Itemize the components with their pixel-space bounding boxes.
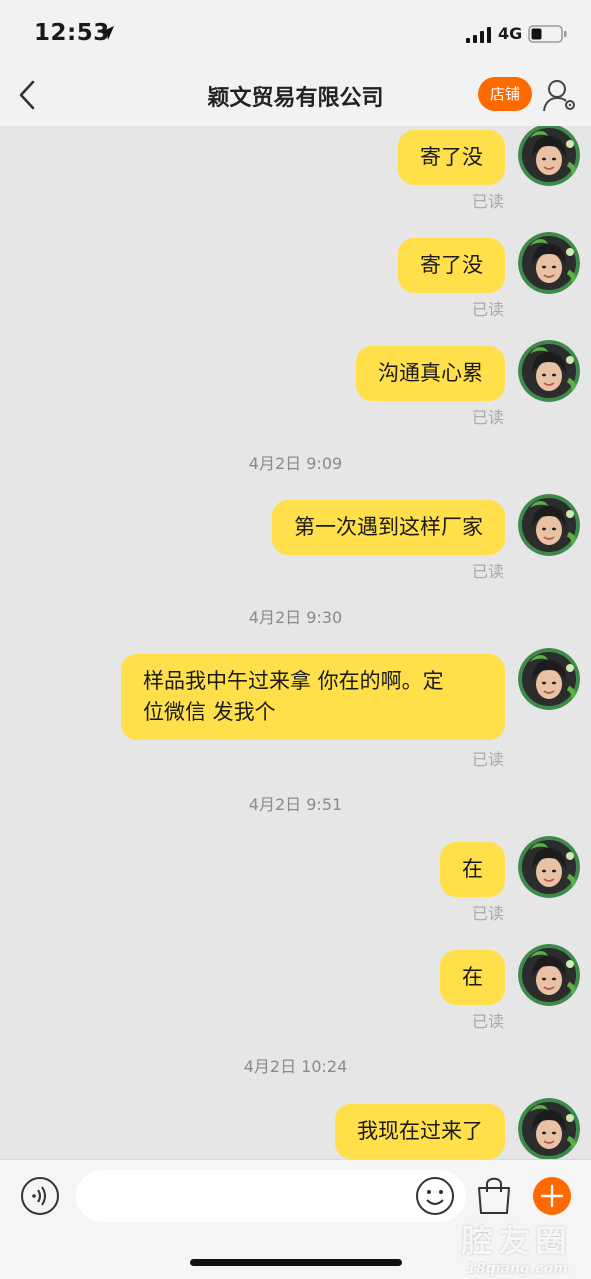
message-bubble[interactable]: 寄了没 (398, 238, 505, 293)
shop-button[interactable]: 店铺 (478, 77, 532, 111)
read-status: 已读 (471, 562, 504, 581)
read-status: 已读 (471, 300, 504, 319)
home-indicator (190, 1259, 402, 1266)
battery-icon (528, 25, 567, 43)
location-arrow-icon (100, 26, 114, 40)
message-bubble[interactable]: 样品我中午过来拿 你在的啊。定 位微信 发我个 (121, 654, 505, 740)
message-bubble[interactable]: 在 (440, 950, 505, 1005)
chat-area[interactable]: 寄了没 已读 寄了没 已读 沟通真心累 已读 4月2日 9:09 第一次遇到这样… (0, 126, 591, 1159)
read-status: 已读 (471, 750, 504, 769)
avatar[interactable] (518, 944, 580, 1006)
avatar[interactable] (518, 648, 580, 710)
watermark-main: 腔友圈 (461, 1224, 573, 1260)
timestamp: 4月2日 9:51 (248, 795, 343, 814)
message-input[interactable] (76, 1170, 466, 1222)
plus-icon[interactable] (532, 1176, 572, 1216)
read-status: 已读 (471, 1012, 504, 1031)
read-status: 已读 (471, 904, 504, 923)
avatar[interactable] (518, 232, 580, 294)
watermark-sub: 18qiang.com (466, 1261, 568, 1277)
status-bar: 12:53 4G (0, 0, 591, 64)
voice-icon[interactable] (20, 1176, 60, 1216)
input-bar: 腔友圈 18qiang.com (0, 1159, 591, 1279)
read-status: 已读 (471, 192, 504, 211)
shopping-bag-icon[interactable] (474, 1174, 514, 1216)
avatar[interactable] (518, 836, 580, 898)
message-bubble[interactable]: 沟通真心累 (356, 346, 505, 401)
timestamp: 4月2日 9:30 (248, 608, 343, 627)
avatar[interactable] (518, 340, 580, 402)
message-bubble[interactable]: 第一次遇到这样厂家 (272, 500, 505, 555)
network-label: 4G (498, 24, 523, 43)
avatar[interactable] (518, 1098, 580, 1159)
timestamp: 4月2日 10:24 (243, 1057, 348, 1076)
avatar[interactable] (518, 126, 580, 186)
timestamp: 4月2日 9:09 (248, 454, 343, 473)
message-bubble[interactable]: 我现在过来了 (335, 1104, 505, 1159)
read-status: 已读 (471, 408, 504, 427)
nav-bar: 颖文贸易有限公司 店铺 (0, 64, 591, 126)
signal-icon (466, 27, 491, 43)
watermark: 腔友圈 18qiang.com (452, 1216, 582, 1277)
person-settings-icon[interactable] (542, 77, 578, 113)
emoji-icon[interactable] (415, 1176, 455, 1216)
message-bubble[interactable]: 寄了没 (398, 130, 505, 185)
avatar[interactable] (518, 494, 580, 556)
message-bubble[interactable]: 在 (440, 842, 505, 897)
